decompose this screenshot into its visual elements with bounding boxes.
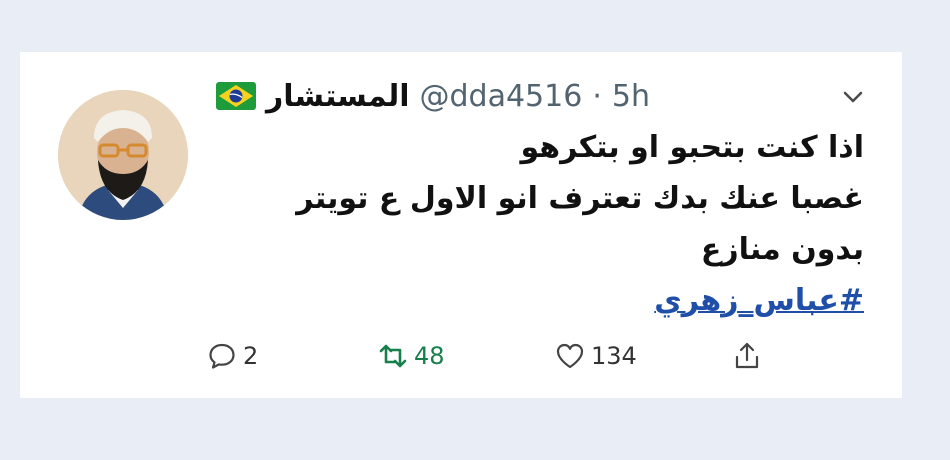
brazil-flag-icon (216, 82, 256, 110)
retweet-button[interactable]: 48 (378, 336, 445, 376)
handle[interactable]: @dda4516 (420, 79, 583, 114)
share-button[interactable] (732, 336, 762, 376)
heart-icon (556, 343, 584, 369)
tweet-text: اذا كنت بتحبو او بتكرهو غصبا عنك بدك تعت… (244, 122, 864, 326)
like-button[interactable]: 134 (555, 336, 637, 376)
action-bar: 2 48 134 (20, 336, 902, 376)
retweet-icon (379, 344, 407, 368)
reply-count: 2 (243, 342, 259, 370)
reply-button[interactable]: 2 (207, 336, 258, 376)
avatar-image (58, 90, 188, 220)
display-name[interactable]: المستشار (266, 79, 410, 114)
tweet-card[interactable]: المستشار @dda4516 · 5h اذا كنت بتحبو او … (20, 52, 902, 398)
reply-icon (209, 343, 235, 369)
tweet-header: المستشار @dda4516 · 5h (216, 76, 650, 116)
timestamp[interactable]: 5h (612, 79, 650, 114)
tweet-line: بدون منازع (700, 232, 864, 267)
avatar[interactable] (58, 90, 188, 220)
hashtag-link[interactable]: #عباس_زهري (654, 283, 864, 318)
tweet-line: اذا كنت بتحبو او بتكرهو (520, 130, 864, 165)
separator: · (592, 78, 602, 114)
retweet-count: 48 (414, 342, 445, 370)
share-icon (735, 342, 759, 369)
tweet-line: غصبا عنك بدك تعترف انو الاول ع تويتر (296, 181, 864, 216)
like-count: 134 (591, 342, 637, 370)
chevron-down-icon[interactable] (838, 82, 868, 112)
